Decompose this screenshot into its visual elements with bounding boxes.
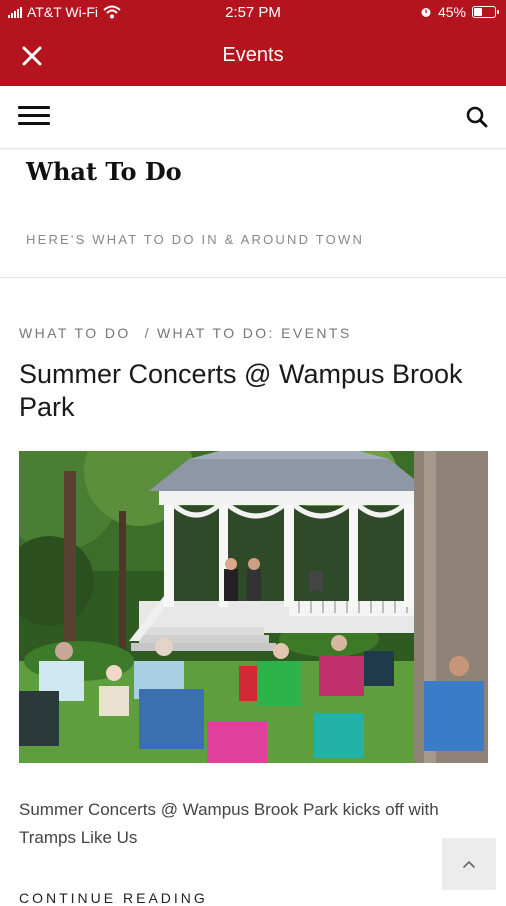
- post-title[interactable]: Summer Concerts @ Wampus Brook Park: [19, 358, 489, 424]
- chevron-up-icon: [463, 861, 475, 868]
- alarm-icon: [421, 8, 431, 17]
- status-right: 45%: [420, 4, 499, 20]
- site-title[interactable]: What To Do: [26, 157, 182, 186]
- breadcrumb-separator: /: [144, 325, 151, 341]
- battery-fill: [474, 8, 483, 16]
- site-navbar: [0, 86, 506, 149]
- back-to-top-button[interactable]: [442, 838, 496, 890]
- site-tagline: HERE'S WHAT TO DO IN & AROUND TOWN: [26, 232, 365, 247]
- post-excerpt: Summer Concerts @ Wampus Brook Park kick…: [19, 800, 439, 847]
- breadcrumb-events[interactable]: WHAT TO DO: EVENTS: [157, 325, 352, 341]
- continue-reading-link[interactable]: CONTINUE READING: [19, 890, 208, 906]
- search-icon[interactable]: [464, 104, 490, 130]
- hamburger-menu-icon[interactable]: [18, 106, 50, 128]
- app-bar: Events: [0, 26, 506, 86]
- battery-icon: [472, 6, 499, 18]
- breadcrumb-what-to-do[interactable]: WHAT TO DO: [19, 325, 131, 341]
- status-bar: AT&T Wi-Fi 2:57 PM 45%: [0, 0, 506, 26]
- post-featured-image[interactable]: [19, 451, 488, 763]
- breadcrumb: WHAT TO DO / WHAT TO DO: EVENTS: [19, 325, 352, 341]
- app-bar-title: Events: [222, 44, 284, 66]
- site-header: What To Do HERE'S WHAT TO DO IN & AROUND…: [0, 149, 506, 278]
- battery-percent: 45%: [437, 4, 466, 20]
